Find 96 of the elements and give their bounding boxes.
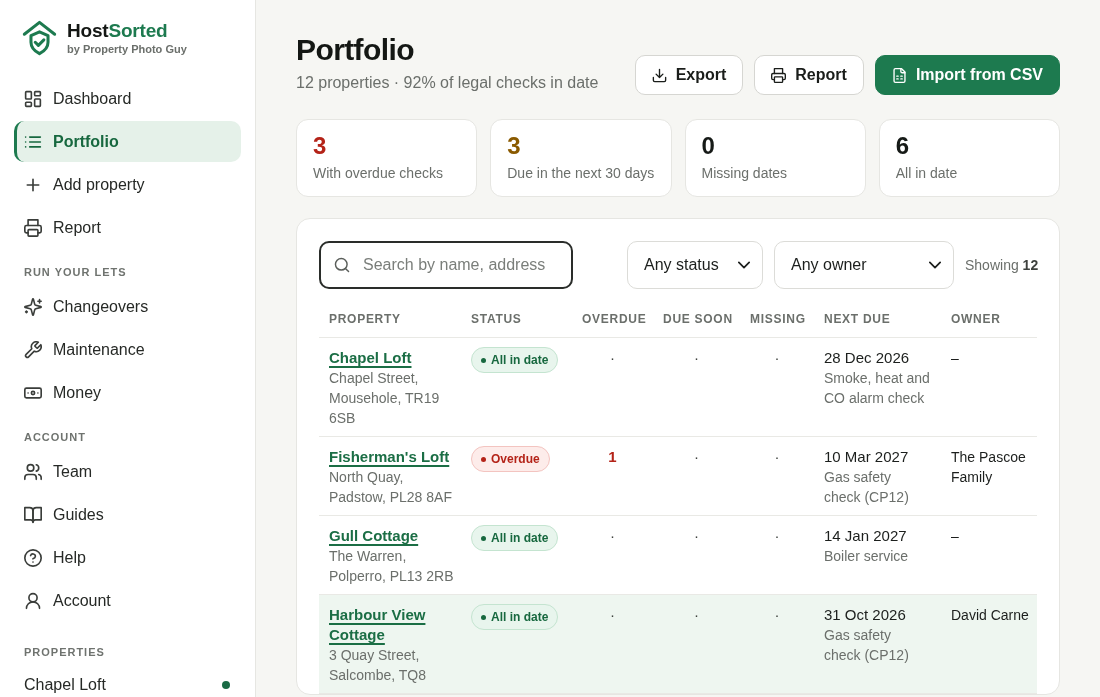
filter-dropdown[interactable]: Any status [627, 241, 763, 289]
chevron-down-icon [929, 259, 941, 271]
property-link[interactable]: Fisherman's Loft [329, 447, 450, 467]
owner-name: – [951, 527, 960, 546]
status-label: All in date [491, 609, 549, 625]
column-header: STATUS [471, 312, 522, 326]
nav-item[interactable]: Dashboard [14, 78, 241, 119]
due-soon-count: · [693, 447, 700, 467]
nav-item[interactable]: Team [14, 451, 241, 492]
owner-name: – [951, 349, 960, 368]
status-dot-icon [481, 456, 486, 462]
column-header: NEXT DUE [824, 312, 891, 326]
sparkles-icon [24, 297, 42, 316]
check-name: Gas safety check (CP12) [824, 468, 910, 507]
nav-item[interactable]: Account [14, 580, 241, 621]
property-address: The Warren, Polperro, PL13 2RB [329, 547, 455, 586]
column-header: PROPERTY [329, 312, 401, 326]
nav-item[interactable]: Report [14, 207, 241, 248]
status-dot-icon [481, 535, 486, 541]
owner-name: David Carne [951, 606, 1030, 625]
stat-label: All in date [895, 164, 959, 183]
search-field[interactable]: Search by name, address [319, 241, 573, 289]
stat-label: With overdue checks [313, 164, 444, 183]
property-link[interactable]: Gull Cottage [329, 526, 419, 546]
missing-count: · [773, 447, 781, 467]
overdue-count: 1 [607, 447, 618, 467]
next-due-date: 28 Dec 2026 [824, 348, 911, 368]
status-label: All in date [491, 530, 549, 546]
check-name: Gas safety check (CP12) [824, 626, 910, 665]
stat-value: 3 [313, 131, 328, 161]
due-soon-count: · [693, 605, 700, 625]
page-subtitle: 12 properties · 92% of legal checks in date [296, 73, 599, 93]
check-name: Boiler service [824, 547, 910, 566]
property-link[interactable]: Harbour View Cottage [329, 605, 456, 645]
section-heading: PROPERTIES [23, 645, 106, 660]
layout-grid-icon [24, 89, 42, 108]
next-due-date: 14 Jan 2027 [824, 526, 908, 546]
chevron-down-icon [738, 259, 750, 271]
property-address: 3 Quay Street, Salcombe, TQ8 [329, 646, 427, 685]
stat-value: 0 [701, 131, 716, 161]
house-shield-icon [22, 20, 57, 56]
download-icon [651, 67, 667, 83]
missing-count: · [773, 605, 781, 625]
book-icon [24, 505, 42, 524]
nav-item[interactable]: Maintenance [14, 329, 241, 370]
check-name: Smoke, heat and CO alarm check [824, 369, 931, 408]
stat-value: 3 [507, 131, 522, 161]
column-header: MISSING [750, 312, 806, 326]
overdue-count: · [609, 605, 616, 625]
nav-item[interactable]: Money [14, 372, 241, 413]
property-address: North Quay, Padstow, PL28 8AF [329, 468, 453, 507]
brand-name: HostSorted [67, 20, 169, 42]
next-due-date: 10 Mar 2027 [824, 447, 910, 467]
wrench-icon [24, 340, 42, 359]
nav-item[interactable]: Guides [14, 494, 241, 535]
spreadsheet-icon [891, 67, 907, 83]
property-address: Chapel Street, Mousehole, TR19 6SB [329, 369, 441, 428]
action-button[interactable]: Export [634, 55, 744, 95]
search-icon [334, 257, 350, 273]
due-soon-count: · [693, 526, 700, 546]
missing-count: · [773, 526, 781, 546]
stat-label: Missing dates [701, 164, 789, 183]
page-title: Portfolio [296, 32, 415, 68]
nav-item[interactable]: Add property [14, 164, 241, 205]
users-icon [24, 462, 42, 481]
missing-count: · [773, 348, 781, 368]
action-button[interactable]: Report [754, 55, 864, 95]
section-heading: RUN YOUR LETS [23, 265, 128, 280]
status-dot-icon [481, 614, 486, 620]
status-label: All in date [491, 352, 549, 368]
column-header: OVERDUE [582, 312, 647, 326]
help-icon [24, 548, 42, 567]
status-dot-icon [481, 357, 486, 363]
due-soon-count: · [693, 348, 700, 368]
overdue-count: · [609, 526, 616, 546]
property-item[interactable]: Chapel Loft [14, 664, 241, 697]
owner-name: The Pascoe Family [951, 448, 1027, 487]
column-header: DUE SOON [663, 312, 733, 326]
next-due-date: 31 Oct 2026 [824, 605, 907, 625]
printer-icon [771, 67, 787, 83]
user-icon [24, 591, 42, 610]
stat-label: Due in the next 30 days [507, 164, 655, 183]
result-count: Showing 12 [965, 256, 1039, 275]
column-header: OWNER [951, 312, 1001, 326]
section-heading: ACCOUNT [23, 430, 87, 445]
brand-tagline: by Property Photo Guy [67, 43, 187, 55]
nav-item[interactable]: Portfolio [14, 121, 241, 162]
property-link[interactable]: Chapel Loft [329, 348, 412, 368]
import-button[interactable]: Import from CSV [874, 55, 1060, 95]
nav-item[interactable]: Changeovers [14, 286, 241, 327]
status-label: Overdue [491, 451, 540, 467]
filter-dropdown[interactable]: Any owner [774, 241, 954, 289]
overdue-count: · [609, 348, 616, 368]
printer-icon [24, 218, 42, 237]
stat-value: 6 [895, 131, 911, 161]
nav-item[interactable]: Help [14, 537, 241, 578]
